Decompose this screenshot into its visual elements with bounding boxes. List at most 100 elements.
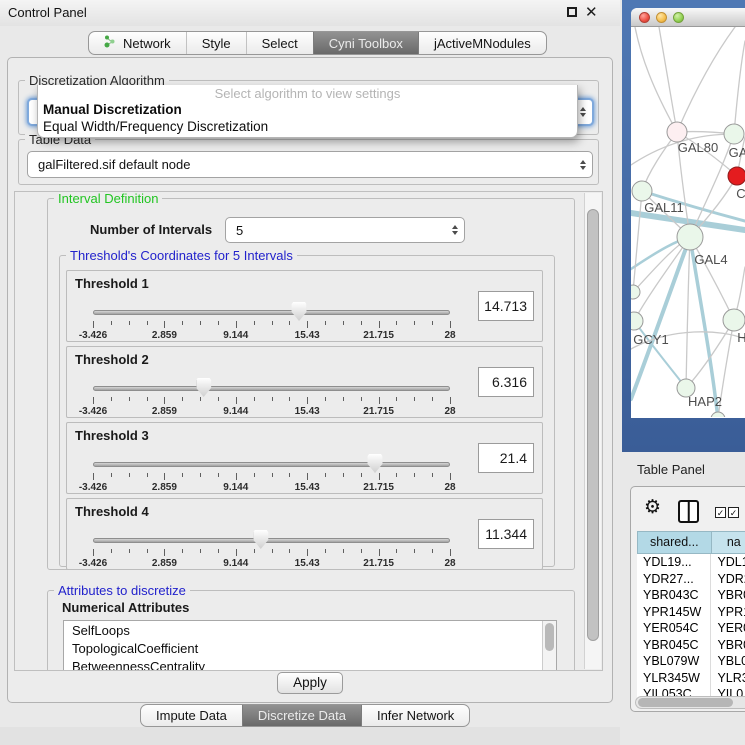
table-cell[interactable]: YBR043C	[637, 587, 711, 604]
table-cell[interactable]: YLR345W	[637, 670, 711, 687]
table-cell[interactable]: YPR1	[711, 604, 745, 621]
tab-jactivemnodules[interactable]: jActiveMNodules	[418, 32, 546, 54]
network-edge[interactable]	[677, 27, 735, 132]
float-window-icon[interactable]	[567, 7, 577, 17]
tab-label: Cyni Toolbox	[329, 36, 403, 51]
control-panel-title: Control Panel	[8, 5, 87, 20]
table-row[interactable]: YBR045CYBR0	[637, 637, 745, 654]
threshold-slider[interactable]: -3.4262.8599.14415.4321.71528	[93, 451, 450, 493]
threshold-slider[interactable]: -3.4262.8599.14415.4321.71528	[93, 375, 450, 417]
network-node-gal80[interactable]	[667, 122, 687, 142]
slider-thumb[interactable]	[368, 454, 383, 473]
table-cell[interactable]: YBL079W	[637, 653, 711, 670]
minimize-traffic-light-icon[interactable]	[656, 12, 667, 23]
table-data-select[interactable]: galFiltered.sif default node	[27, 151, 593, 178]
column-layout-icon[interactable]	[678, 500, 699, 523]
slider-track[interactable]	[93, 386, 450, 391]
attribute-list-item[interactable]: SelfLoops	[64, 621, 556, 639]
network-node-label: GAL4	[694, 252, 727, 267]
tab-style[interactable]: Style	[186, 32, 246, 54]
table-cell[interactable]: YBR0	[711, 587, 745, 604]
threshold-value-field[interactable]: 14.713	[478, 291, 534, 321]
table-row[interactable]: YPR145WYPR1	[637, 604, 745, 621]
table-column-header[interactable]: shared...	[637, 531, 712, 554]
tab-select[interactable]: Select	[246, 32, 313, 54]
table-cell[interactable]: YBR045C	[637, 637, 711, 654]
scrollbar-thumb[interactable]	[638, 698, 733, 707]
threshold-slider[interactable]: -3.4262.8599.14415.4321.71528	[93, 299, 450, 341]
network-node-h[interactable]	[723, 309, 745, 331]
network-node[interactable]	[711, 412, 725, 417]
table-row[interactable]: YDL19...YDL1	[637, 554, 745, 571]
network-edge[interactable]	[635, 27, 677, 132]
scrollbar-thumb[interactable]	[545, 623, 554, 651]
settings-vertical-scrollbar[interactable]	[584, 193, 601, 669]
slider-thumb[interactable]	[292, 302, 307, 321]
table-row[interactable]: YBR043CYBR0	[637, 587, 745, 604]
attributes-list-scrollbar[interactable]	[542, 621, 556, 671]
network-edge[interactable]	[686, 237, 690, 388]
table-column-header[interactable]: na	[712, 531, 745, 554]
checkbox-icon[interactable]: ✓	[728, 507, 739, 518]
network-node-ga[interactable]	[724, 124, 744, 144]
network-node-gal11[interactable]	[632, 181, 652, 201]
slider-track[interactable]	[93, 310, 450, 315]
slider-tick	[343, 321, 344, 325]
threshold-slider[interactable]: -3.4262.8599.14415.4321.71528	[93, 527, 450, 569]
table-row[interactable]: YLR345WYLR3	[637, 670, 745, 687]
table-cell[interactable]: YER054C	[637, 620, 711, 637]
attribute-list-item[interactable]: BetweennessCentrality	[64, 657, 556, 671]
threshold-value-field[interactable]: 11.344	[478, 519, 534, 549]
tab-discretize-data[interactable]: Discretize Data	[242, 705, 361, 726]
slider-track[interactable]	[93, 462, 450, 467]
close-traffic-light-icon[interactable]	[639, 12, 650, 23]
close-icon[interactable]: ✕	[585, 3, 598, 21]
network-edge[interactable]	[633, 191, 642, 292]
tab-cyni-toolbox[interactable]: Cyni Toolbox	[313, 32, 418, 54]
threshold-label: Threshold 2	[75, 352, 149, 367]
table-cell[interactable]: YDR2	[711, 571, 745, 588]
network-node[interactable]	[631, 285, 640, 299]
threshold-box-2: Threshold 2 6.316 -3.4262.8599.14415.4321.…	[66, 346, 543, 418]
algorithm-option-manual-discretization[interactable]: Manual Discretization	[38, 101, 577, 118]
numerical-attributes-list[interactable]: SelfLoopsTopologicalCoefficientBetweenne…	[63, 620, 557, 671]
table-row[interactable]: YDR27...YDR2	[637, 571, 745, 588]
slider-track[interactable]	[93, 538, 450, 543]
network-edge[interactable]	[734, 41, 745, 134]
tab-network[interactable]: Network	[89, 32, 186, 54]
threshold-value-field[interactable]: 6.316	[478, 367, 534, 397]
network-node-gal4[interactable]	[677, 224, 703, 250]
scrollbar-thumb[interactable]	[587, 209, 599, 641]
slider-thumb[interactable]	[253, 530, 268, 549]
table-horizontal-scrollbar[interactable]	[635, 696, 745, 709]
network-node-gcy1[interactable]	[631, 312, 643, 330]
table-cell[interactable]: YLR3	[711, 670, 745, 687]
zoom-traffic-light-icon[interactable]	[673, 12, 684, 23]
table-cell[interactable]: YDR27...	[637, 571, 711, 588]
threshold-value-field[interactable]: 21.4	[478, 443, 534, 473]
table-cell[interactable]: YDL1	[711, 554, 745, 571]
table-cell[interactable]: YBR0	[711, 637, 745, 654]
tab-infer-network[interactable]: Infer Network	[361, 705, 469, 726]
table-cell[interactable]: YBL0	[711, 653, 745, 670]
slider-thumb[interactable]	[196, 378, 211, 397]
attribute-list-item[interactable]: TopologicalCoefficient	[64, 639, 556, 657]
gear-icon[interactable]: ⚙	[644, 498, 661, 517]
network-canvas[interactable]: GAL80GACGAL11GAL4GCY1HHAP2	[631, 27, 745, 417]
slider-tick	[129, 321, 130, 325]
table-cell[interactable]: YPR145W	[637, 604, 711, 621]
network-node-c[interactable]	[728, 167, 745, 185]
table-cell[interactable]: YDL19...	[637, 554, 711, 571]
apply-button[interactable]: Apply	[277, 672, 343, 694]
tab-impute-data[interactable]: Impute Data	[141, 705, 242, 726]
table-cell[interactable]: YER0	[711, 620, 745, 637]
number-of-intervals-select[interactable]: 5	[225, 217, 465, 243]
slider-tick	[307, 397, 308, 404]
algorithm-option-equal-width-frequency[interactable]: Equal Width/Frequency Discretization	[38, 118, 577, 135]
slider-tick-label: 21.715	[363, 482, 394, 493]
network-icon	[104, 35, 116, 51]
checkbox-icon[interactable]: ✓	[715, 507, 726, 518]
table-row[interactable]: YER054CYER0	[637, 620, 745, 637]
slider-tick	[325, 473, 326, 477]
table-row[interactable]: YBL079WYBL0	[637, 653, 745, 670]
